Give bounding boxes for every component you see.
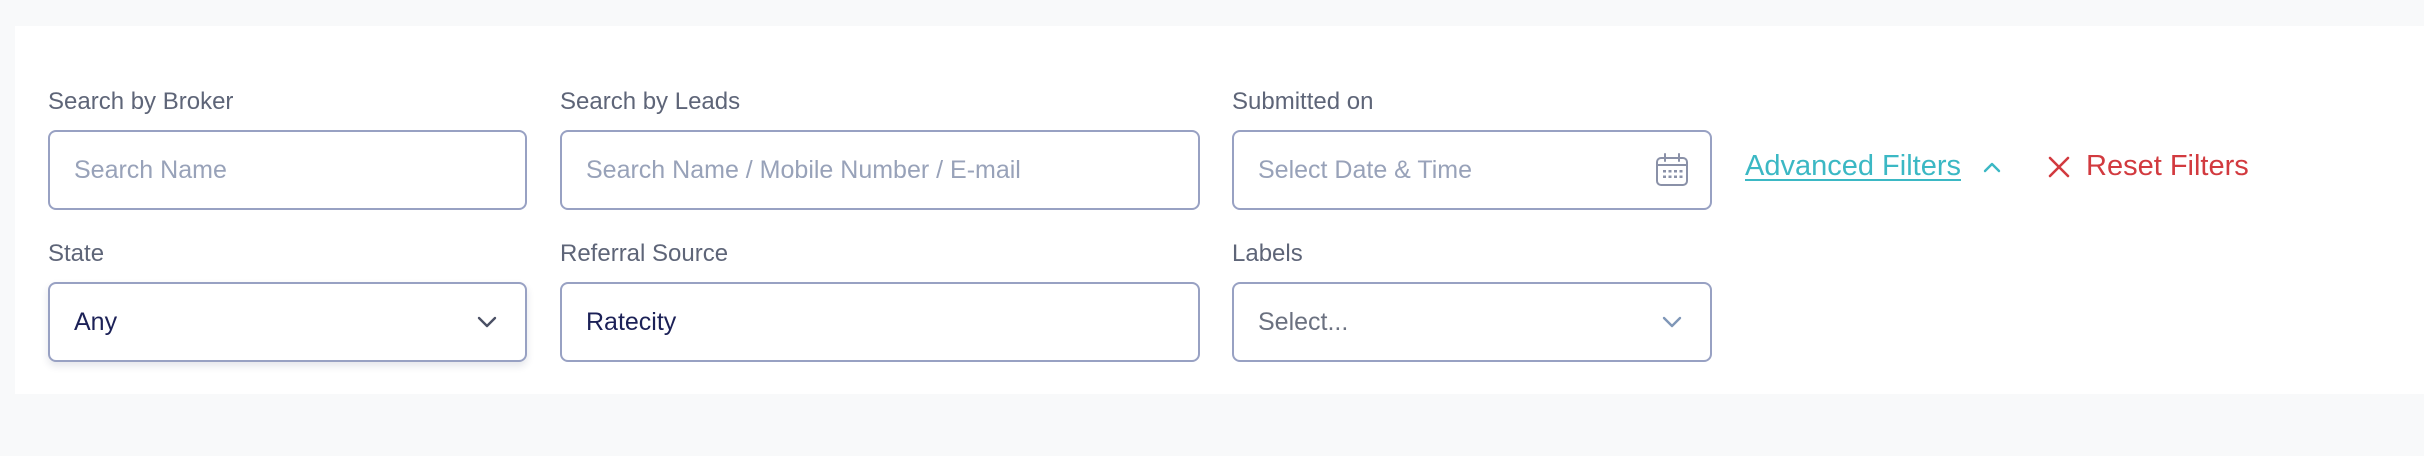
submitted-on-field[interactable] <box>1232 130 1712 210</box>
labels-select-value: Select... <box>1258 307 1349 336</box>
leads-search-label: Search by Leads <box>560 88 741 115</box>
close-icon <box>2048 156 2070 177</box>
state-label: State <box>48 240 105 267</box>
advanced-filters-link[interactable]: Advanced Filters <box>1745 150 1961 183</box>
broker-search-field[interactable] <box>48 130 527 210</box>
state-select-value: Any <box>74 307 118 336</box>
broker-search-input[interactable] <box>74 155 501 185</box>
submitted-on-input[interactable] <box>1258 155 1654 185</box>
leads-search-field[interactable] <box>560 130 1200 210</box>
labels-select[interactable]: Select... <box>1232 282 1712 362</box>
chevron-down-icon <box>1658 308 1686 336</box>
labels-label: Labels <box>1232 240 1303 267</box>
referral-source-value[interactable]: Ratecity <box>586 308 1174 337</box>
filter-panel: Search by Broker Search by Leads Submitt… <box>15 26 2424 394</box>
state-select[interactable]: Any <box>48 282 527 362</box>
reset-filters-button[interactable]: Reset Filters <box>2048 150 2249 183</box>
advanced-filters-toggle[interactable]: Advanced Filters <box>1745 150 2001 183</box>
chevron-up-icon[interactable] <box>1983 161 2001 173</box>
reset-filters-label: Reset Filters <box>2086 150 2249 182</box>
submitted-on-label: Submitted on <box>1232 88 1374 115</box>
broker-search-label: Search by Broker <box>48 88 234 115</box>
chevron-down-icon <box>473 308 501 336</box>
leads-search-input[interactable] <box>586 155 1174 185</box>
referral-source-field[interactable]: Ratecity <box>560 282 1200 362</box>
referral-source-label: Referral Source <box>560 240 729 267</box>
calendar-icon[interactable] <box>1654 152 1690 188</box>
